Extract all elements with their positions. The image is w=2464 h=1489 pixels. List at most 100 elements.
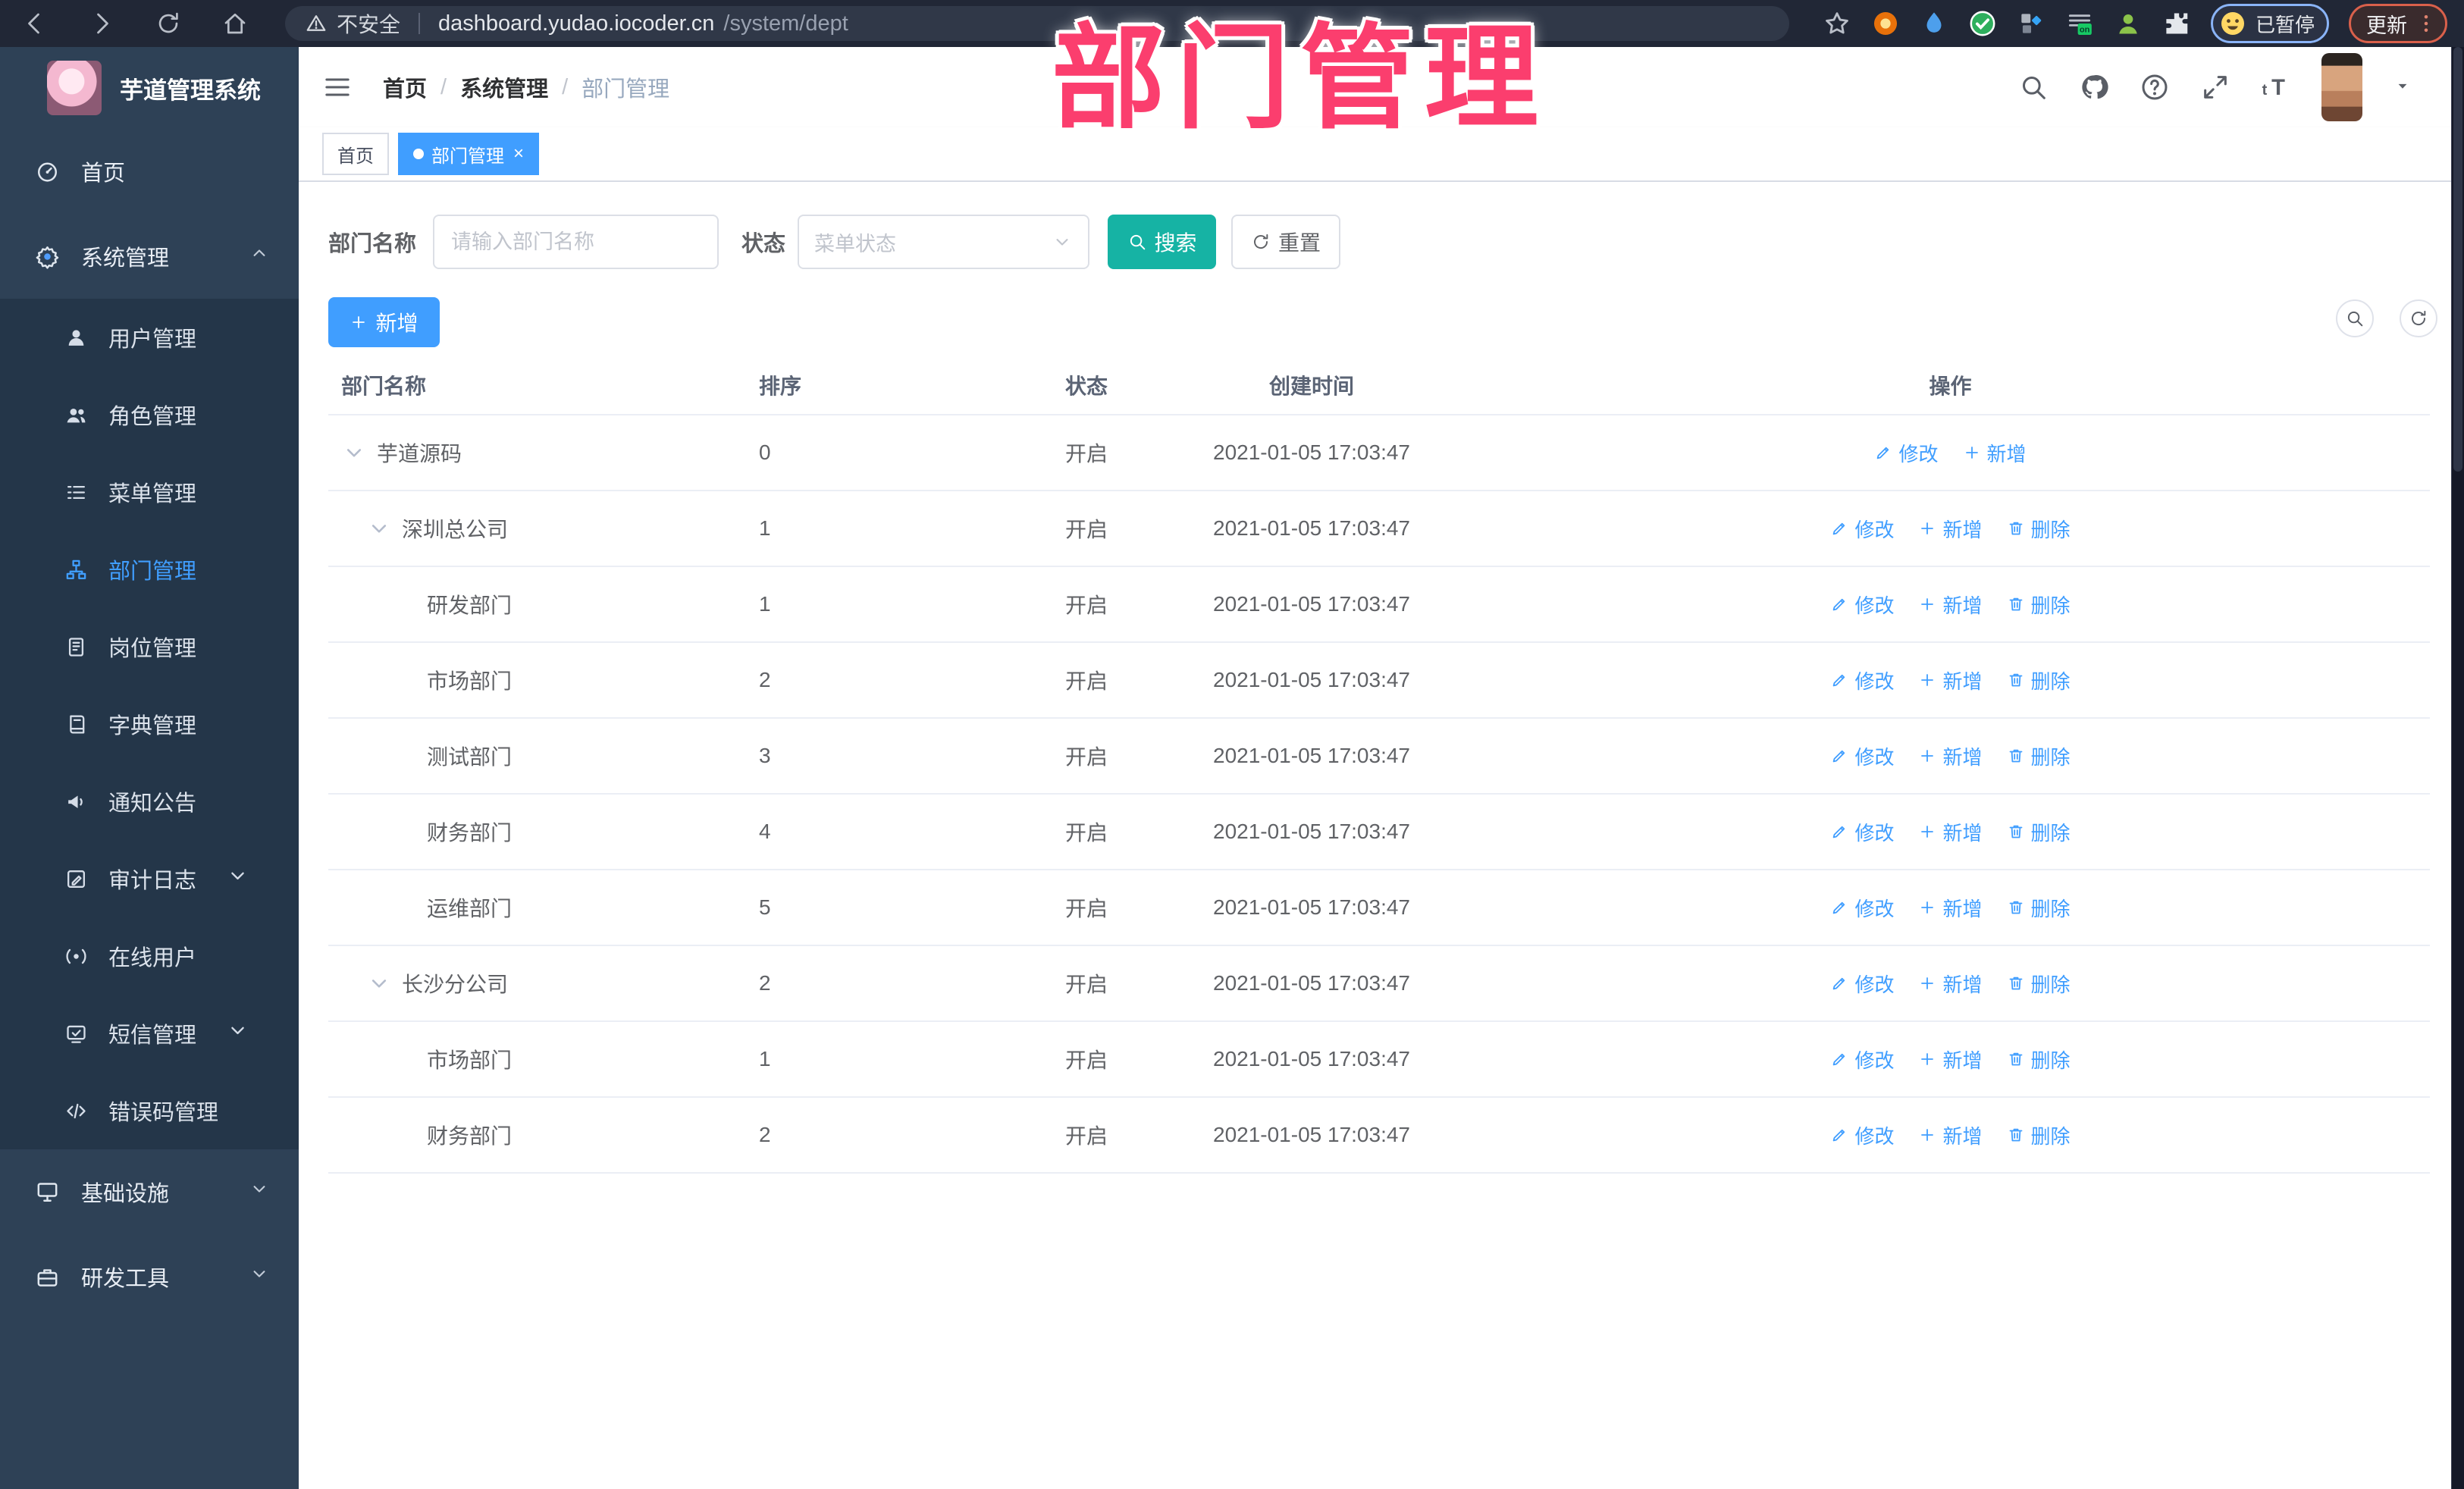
browser-profile-badge[interactable]: 已暂停: [2210, 4, 2329, 43]
edit-action-link[interactable]: 修改: [1830, 591, 1894, 619]
bookmark-star-button[interactable]: [1823, 9, 1851, 38]
edit-action-link[interactable]: 修改: [1830, 970, 1894, 998]
reload-button[interactable]: [155, 10, 182, 37]
search-button[interactable]: 搜索: [1108, 215, 1217, 269]
delete-action-link[interactable]: 删除: [2007, 515, 2071, 543]
edit-action-link[interactable]: 修改: [1830, 666, 1894, 694]
table-header-cell: 创建时间: [1268, 375, 1354, 398]
edit-action-link[interactable]: 修改: [1830, 818, 1894, 846]
edit-action-link[interactable]: 修改: [1830, 515, 1894, 543]
dept-name-input[interactable]: [433, 215, 719, 269]
help-button[interactable]: [2140, 72, 2170, 102]
breadcrumb-item[interactable]: 首页: [383, 71, 427, 103]
address-bar[interactable]: 不安全 dashboard.yudao.iocoder.cn/system/de…: [285, 6, 1789, 41]
browser-scrollbar[interactable]: [2451, 47, 2464, 1489]
edit-action-link[interactable]: 修改: [1874, 439, 1939, 467]
home-button[interactable]: [221, 10, 249, 37]
add-action-link[interactable]: 新增: [1963, 439, 2027, 467]
trash-icon: [2007, 823, 2025, 841]
add-action-link[interactable]: 新增: [1918, 591, 1983, 619]
back-button[interactable]: [21, 10, 49, 37]
extension-drop-button[interactable]: [1920, 9, 1948, 38]
add-dept-button[interactable]: 新增: [328, 297, 440, 347]
sidebar-item-12[interactable]: 错误码管理: [0, 1072, 299, 1149]
delete-action-link[interactable]: 删除: [2007, 666, 2071, 694]
expand-arrow-icon[interactable]: [341, 440, 367, 466]
sidebar-item-9[interactable]: 审计日志: [0, 840, 299, 917]
sidebar-item-14[interactable]: 研发工具: [0, 1234, 299, 1319]
browser-nav-icons: [21, 10, 249, 37]
browser-toolbar-right: on 已暂停 更新: [1823, 4, 2447, 43]
add-action-link[interactable]: 新增: [1918, 742, 1983, 770]
sidebar-item-3[interactable]: 角色管理: [0, 376, 299, 453]
sidebar-item-8[interactable]: 通知公告: [0, 763, 299, 840]
avatar-menu-button[interactable]: [2393, 76, 2412, 99]
tab-label: 首页: [337, 146, 374, 167]
sidebar-item-label: 研发工具: [81, 1267, 170, 1291]
delete-action-link[interactable]: 删除: [2007, 742, 2071, 770]
dept-created-time: 2021-01-05 17:03:47: [1213, 820, 1410, 843]
edit-action-link[interactable]: 修改: [1830, 1045, 1894, 1074]
edit-action-link[interactable]: 修改: [1830, 894, 1894, 922]
forward-button[interactable]: [88, 10, 115, 37]
delete-action-link[interactable]: 删除: [2007, 818, 2071, 846]
sidebar-item-0[interactable]: 首页: [0, 129, 299, 214]
sidebar-item-4[interactable]: 菜单管理: [0, 453, 299, 531]
tab-close-icon[interactable]: ×: [513, 145, 524, 163]
breadcrumb-item[interactable]: 系统管理: [460, 71, 548, 103]
user-avatar[interactable]: [2321, 53, 2362, 121]
extension-check-button[interactable]: [1968, 9, 1997, 38]
font-size-button[interactable]: tT: [2261, 72, 2291, 102]
extension-orange-button[interactable]: [1871, 9, 1900, 38]
refresh-table-button[interactable]: [2400, 299, 2437, 337]
tab-0[interactable]: 首页: [322, 133, 389, 175]
add-action-link[interactable]: 新增: [1918, 1121, 1983, 1149]
edit-action-link[interactable]: 修改: [1830, 1121, 1894, 1149]
status-select[interactable]: 菜单状态: [798, 215, 1090, 269]
sidebar-item-13[interactable]: 基础设施: [0, 1149, 299, 1234]
expand-arrow-icon[interactable]: [366, 516, 392, 541]
sidebar-item-2[interactable]: 用户管理: [0, 299, 299, 376]
sidebar-toggle-button[interactable]: [322, 72, 353, 102]
sidebar-item-1[interactable]: 系统管理: [0, 214, 299, 299]
delete-action-link[interactable]: 删除: [2007, 894, 2071, 922]
toggle-search-button[interactable]: [2336, 299, 2374, 337]
fullscreen-icon: [2200, 72, 2230, 102]
github-button[interactable]: [2079, 72, 2109, 102]
sidebar-item-label: 用户管理: [108, 328, 197, 352]
add-action-link[interactable]: 新增: [1918, 515, 1983, 543]
extension-person-button[interactable]: [2114, 9, 2143, 38]
delete-action-link[interactable]: 删除: [2007, 1121, 2071, 1149]
refresh-icon: [2409, 309, 2428, 328]
scrollbar-thumb[interactable]: [2453, 47, 2462, 472]
sidebar-item-5[interactable]: 部门管理: [0, 531, 299, 608]
sidebar-item-label: 菜单管理: [108, 482, 197, 506]
add-action-link[interactable]: 新增: [1918, 666, 1983, 694]
delete-action-link[interactable]: 删除: [2007, 591, 2071, 619]
tab-1[interactable]: 部门管理 ×: [398, 133, 540, 175]
sidebar-item-10[interactable]: 在线用户: [0, 917, 299, 995]
add-action-link[interactable]: 新增: [1918, 970, 1983, 998]
sidebar-item-label: 角色管理: [108, 405, 197, 429]
sidebar-logo-row[interactable]: 芋道管理系统: [0, 47, 299, 129]
sidebar-item-11[interactable]: 短信管理: [0, 995, 299, 1072]
dept-created-time: 2021-01-05 17:03:47: [1213, 440, 1410, 464]
add-action-link[interactable]: 新增: [1918, 818, 1983, 846]
sidebar-item-6[interactable]: 岗位管理: [0, 608, 299, 685]
megaphone-icon: [64, 790, 88, 813]
extension-list-on-button[interactable]: on: [2065, 9, 2094, 38]
reset-button[interactable]: 重置: [1231, 215, 1341, 269]
extensions-puzzle-button[interactable]: [2162, 9, 2191, 38]
delete-action-link[interactable]: 删除: [2007, 1045, 2071, 1074]
table-row: 运维部门 5 开启 2021-01-05 17:03:47 修改 新增 删除: [328, 870, 2430, 946]
edit-action-link[interactable]: 修改: [1830, 742, 1894, 770]
search-button[interactable]: [2018, 72, 2049, 102]
add-action-link[interactable]: 新增: [1918, 1045, 1983, 1074]
delete-action-link[interactable]: 删除: [2007, 970, 2071, 998]
browser-update-button[interactable]: 更新: [2349, 4, 2447, 43]
extension-puzzle-blue-button[interactable]: [2017, 9, 2045, 38]
expand-arrow-icon[interactable]: [366, 970, 392, 996]
sidebar-item-7[interactable]: 字典管理: [0, 685, 299, 763]
fullscreen-button[interactable]: [2200, 72, 2230, 102]
add-action-link[interactable]: 新增: [1918, 894, 1983, 922]
